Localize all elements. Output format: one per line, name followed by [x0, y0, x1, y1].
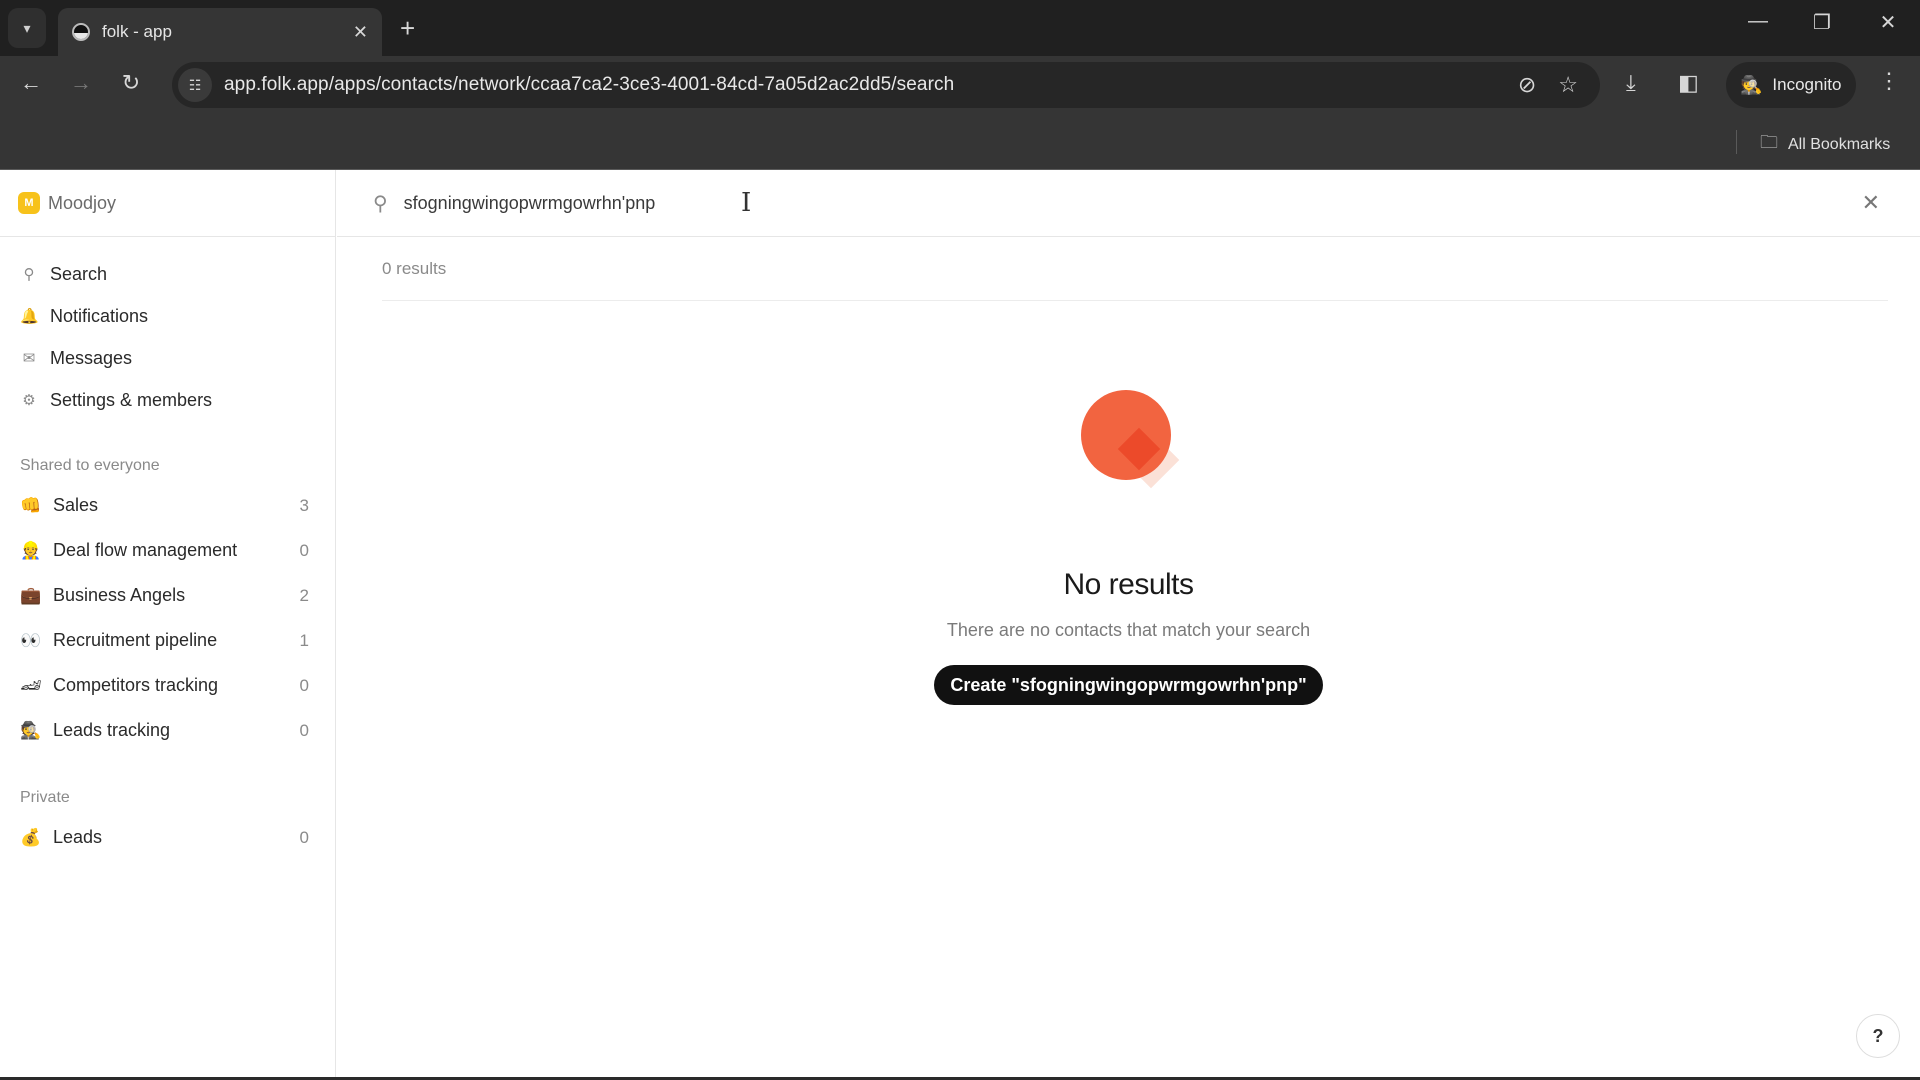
sidebar-nav: ⚲ Search 🔔 Notifications ✉ Messages ⚙ Se…	[0, 237, 335, 421]
race-car-icon: 🏎	[20, 675, 42, 695]
create-contact-button[interactable]: Create "sfogningwingopwrmgowrhn'pnp"	[934, 665, 1323, 705]
browser-menu-icon[interactable]: ⋮	[1878, 68, 1900, 94]
group-label: Competitors tracking	[53, 675, 219, 695]
sidebar: M Moodjoy ⚲ Search 🔔 Notifications ✉ Mes…	[0, 170, 336, 1078]
group-count: 2	[299, 585, 309, 605]
all-bookmarks-label: All Bookmarks	[1788, 136, 1891, 153]
section-title-private: Private	[20, 789, 70, 806]
address-bar[interactable]: ☷ app.folk.app/apps/contacts/network/cca…	[172, 62, 1600, 108]
detective-icon: 🕵	[20, 720, 42, 740]
group-item-leads[interactable]: 💰 Leads 0	[0, 815, 335, 860]
new-tab-button[interactable]: +	[400, 12, 415, 44]
empty-state-subtitle: There are no contacts that match your se…	[946, 620, 1311, 640]
bookmarks-bar: 🗀 All Bookmarks	[0, 114, 1920, 170]
results-count: 0 results	[382, 237, 1888, 301]
download-icon[interactable]: ⤓	[1626, 70, 1636, 96]
search-bar: ⚲ I ✕	[337, 170, 1920, 237]
sidebar-item-label: Messages	[50, 347, 133, 368]
group-item-leads-tracking[interactable]: 🕵 Leads tracking 0	[0, 708, 335, 753]
incognito-badge[interactable]: 🕵 Incognito	[1726, 62, 1856, 108]
search-icon: ⚲	[373, 192, 388, 215]
folk-app: M Moodjoy ⚲ Search 🔔 Notifications ✉ Mes…	[0, 170, 1920, 1080]
workspace-logo: M	[18, 192, 40, 214]
group-count: 0	[299, 675, 309, 695]
group-item-recruitment[interactable]: 👀 Recruitment pipeline 1	[0, 618, 335, 663]
text-cursor-icon: I	[741, 188, 752, 218]
sidebar-item-notifications[interactable]: 🔔 Notifications	[0, 295, 335, 337]
tab-search-button[interactable]: ▾	[8, 8, 46, 48]
group-count: 3	[299, 495, 309, 515]
tab-close-icon[interactable]: ✕	[353, 22, 368, 43]
side-panel-icon[interactable]: ◧	[1678, 70, 1699, 96]
tab-title: folk - app	[102, 22, 172, 41]
group-label: Recruitment pipeline	[53, 630, 218, 650]
empty-state-title: No results	[1063, 568, 1194, 601]
sidebar-item-search[interactable]: ⚲ Search	[0, 253, 335, 295]
workspace-switcher[interactable]: M Moodjoy	[0, 170, 335, 237]
illustration-circle-shape	[1080, 390, 1171, 480]
eyes-icon: 👀	[20, 630, 42, 650]
group-item-sales[interactable]: 👊 Sales 3	[0, 483, 335, 528]
worker-icon: 👷	[20, 540, 42, 560]
folder-icon: 🗀	[1760, 132, 1778, 152]
group-label: Deal flow management	[53, 540, 238, 560]
sidebar-item-settings[interactable]: ⚙ Settings & members	[0, 379, 335, 421]
minimize-button[interactable]: —	[1738, 10, 1778, 33]
section-title-shared: Shared to everyone	[20, 457, 160, 474]
group-item-competitors[interactable]: 🏎 Competitors tracking 0	[0, 663, 335, 708]
group-item-deal-flow[interactable]: 👷 Deal flow management 0	[0, 528, 335, 573]
workspace-name: Moodjoy	[48, 192, 117, 213]
fist-icon: 👊	[20, 495, 42, 515]
browser-toolbar: ← → ↻ ☷ app.folk.app/apps/contacts/netwo…	[0, 56, 1920, 114]
gear-icon: ⚙	[22, 392, 36, 409]
all-bookmarks-button[interactable]: 🗀 All Bookmarks	[1760, 130, 1890, 160]
group-label: Sales	[53, 495, 99, 515]
sidebar-item-label: Search	[50, 263, 108, 284]
star-icon[interactable]: ☆	[1558, 72, 1578, 98]
briefcase-icon: 💼	[20, 585, 42, 605]
help-button[interactable]: ?	[1856, 1014, 1900, 1058]
group-label: Business Angels	[53, 585, 186, 605]
eye-off-icon[interactable]: ⊘	[1518, 72, 1536, 98]
sidebar-item-messages[interactable]: ✉ Messages	[0, 337, 335, 379]
folk-favicon-icon	[72, 23, 90, 41]
mail-icon: ✉	[22, 350, 36, 367]
site-info-icon[interactable]: ☷	[178, 68, 212, 102]
search-input[interactable]	[403, 192, 704, 214]
browser-tabstrip: ▾ folk - app ✕ + — ❐ ✕	[0, 0, 1920, 56]
close-search-icon[interactable]: ✕	[1862, 190, 1880, 216]
group-count: 0	[299, 720, 309, 740]
chevron-down-icon: ▾	[23, 19, 31, 36]
group-count: 0	[299, 540, 309, 560]
incognito-label: Incognito	[1772, 75, 1842, 94]
sidebar-item-label: Notifications	[50, 305, 149, 326]
money-bag-icon: 💰	[20, 827, 42, 847]
search-icon: ⚲	[23, 266, 35, 283]
sidebar-item-label: Settings & members	[50, 389, 213, 410]
group-count: 1	[299, 630, 309, 650]
back-button[interactable]: ←	[16, 70, 46, 96]
bookmarks-divider	[1736, 130, 1737, 154]
url-text[interactable]: app.folk.app/apps/contacts/network/ccaa7…	[224, 74, 1518, 96]
forward-button[interactable]: →	[66, 70, 96, 96]
group-label: Leads	[53, 827, 103, 847]
no-results-illustration	[1061, 390, 1191, 520]
group-item-business-angels[interactable]: 💼 Business Angels 2	[0, 573, 335, 618]
group-count: 0	[299, 827, 309, 847]
reload-button[interactable]: ↻	[116, 70, 146, 96]
empty-state: No results There are no contacts that ma…	[337, 390, 1920, 705]
incognito-icon: 🕵	[1740, 74, 1763, 95]
browser-tab-active[interactable]: folk - app ✕	[58, 8, 382, 56]
restore-button[interactable]: ❐	[1802, 10, 1842, 35]
close-window-button[interactable]: ✕	[1868, 10, 1908, 35]
bell-icon: 🔔	[20, 308, 39, 325]
search-panel: ⚲ I ✕ 0 results No results There are no …	[337, 170, 1920, 1078]
group-label: Leads tracking	[53, 720, 171, 740]
